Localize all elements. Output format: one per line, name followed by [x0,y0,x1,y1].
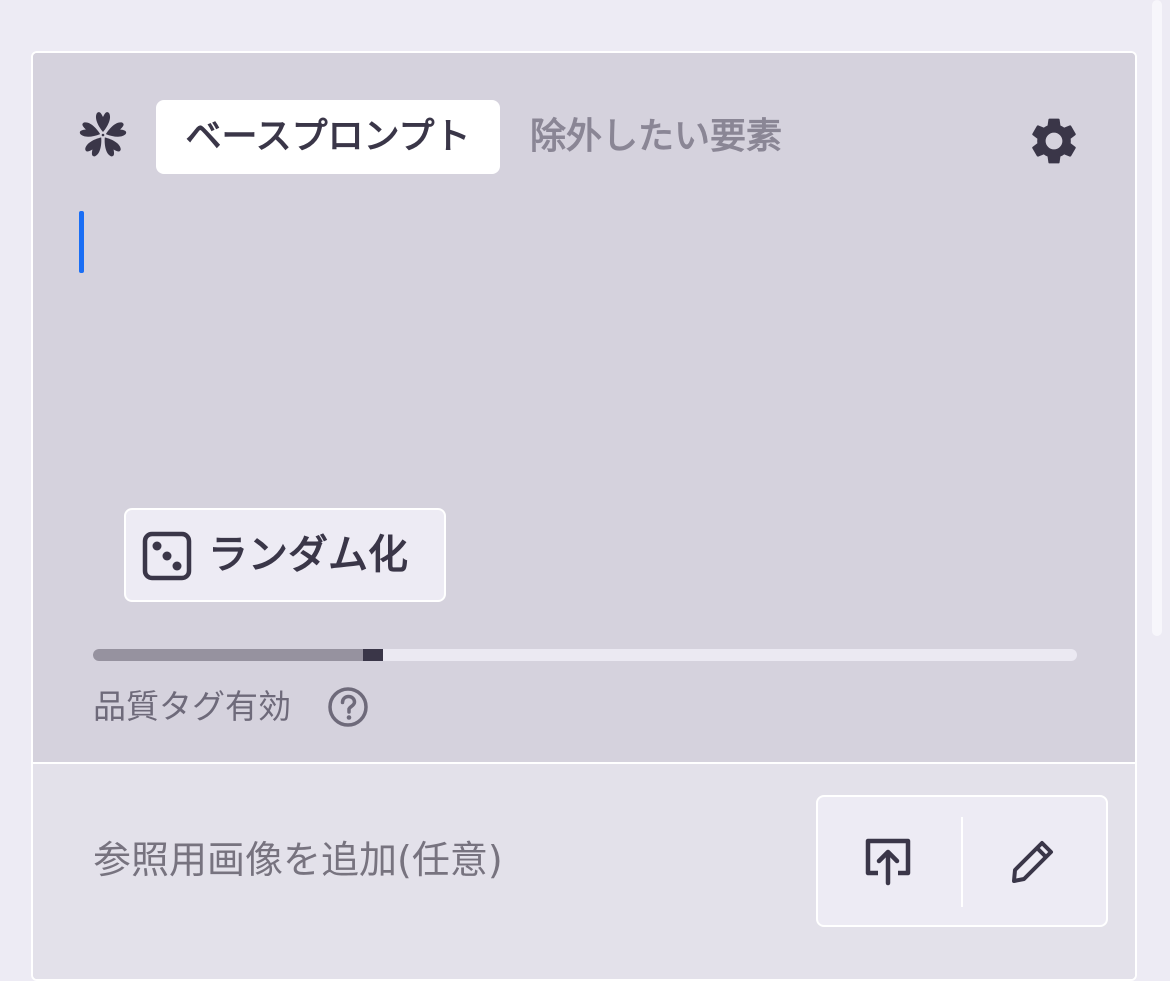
edit-button[interactable] [963,797,1106,925]
sakura-icon [79,112,127,158]
tab-base-prompt[interactable]: ベースプロンプト [156,100,500,174]
dice-icon [142,531,192,581]
quality-tag-slider[interactable] [93,649,1077,661]
text-caret [79,211,84,273]
slider-fill [93,649,363,661]
tab-negative-prompt[interactable]: 除外したい要素 [530,100,782,174]
add-reference-image-label[interactable]: 参照用画像を追加(任意) [93,832,503,888]
prompt-panel: ベースプロンプト 除外したい要素 ランダム化 品質タグ有効 [33,53,1135,762]
reference-image-controls [816,795,1108,927]
pencil-icon [1012,841,1053,883]
slider-thumb[interactable] [363,649,383,661]
prompt-input[interactable] [75,201,1095,491]
upload-icon [865,838,911,886]
question-circle-icon[interactable] [327,686,369,728]
reference-image-section: 参照用画像を追加(任意) [33,762,1135,979]
upload-button[interactable] [818,797,961,925]
scrollbar[interactable] [1152,0,1162,636]
gear-icon[interactable] [1026,113,1082,169]
quality-tags-label: 品質タグ有効 [93,687,291,726]
prompt-card: ベースプロンプト 除外したい要素 ランダム化 品質タグ有効 参照用画像を追加(任… [31,51,1137,981]
randomize-button[interactable]: ランダム化 [124,508,446,602]
randomize-label: ランダム化 [208,532,408,578]
